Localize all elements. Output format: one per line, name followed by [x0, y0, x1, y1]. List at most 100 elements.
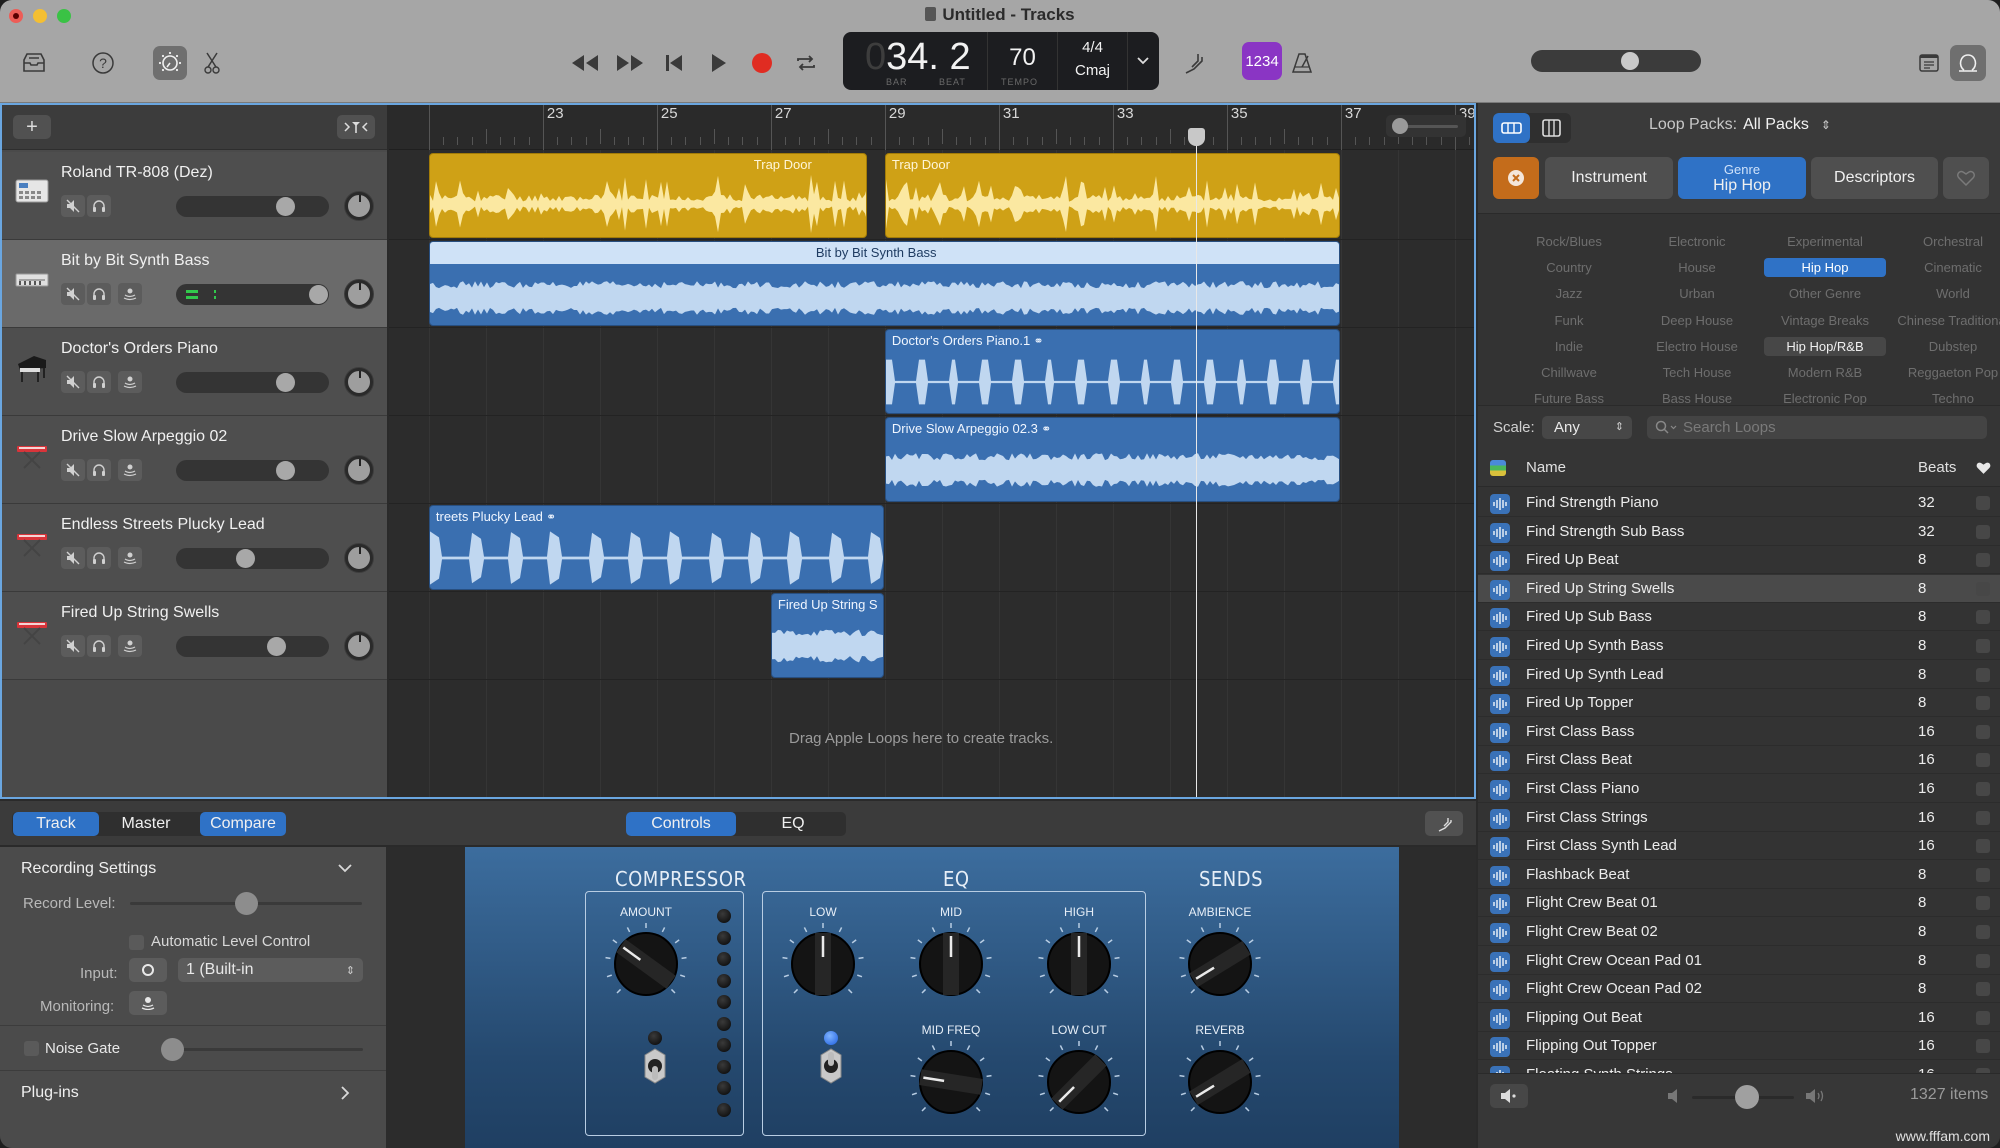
loop-list-item[interactable]: Fired Up Beat 8: [1478, 546, 2000, 575]
genre-keyword-button[interactable]: Deep House: [1636, 311, 1758, 330]
expand-plugins-button[interactable]: [340, 1085, 350, 1106]
fast-forward-button[interactable]: [613, 46, 647, 80]
reset-filters-button[interactable]: [1493, 157, 1539, 199]
favorite-checkbox[interactable]: [1976, 1010, 1990, 1025]
genre-keyword-button[interactable]: Indie: [1508, 337, 1630, 356]
favorite-checkbox[interactable]: [1976, 553, 1990, 568]
favorite-checkbox[interactable]: [1976, 982, 1990, 997]
favorite-checkbox[interactable]: [1976, 782, 1990, 796]
library-button[interactable]: [17, 46, 51, 80]
loop-list-item[interactable]: Flipping Out Beat 16: [1478, 1004, 2000, 1032]
instrument-filter-button[interactable]: Instrument: [1545, 157, 1673, 199]
favorite-checkbox[interactable]: [1976, 896, 1990, 911]
genre-keyword-button[interactable]: World: [1892, 284, 2000, 303]
editors-button[interactable]: [195, 46, 229, 80]
loop-list-item[interactable]: Floating Synth Strings 16: [1478, 1061, 2000, 1073]
genre-keyword-button[interactable]: Electro House: [1636, 337, 1758, 356]
loop-list-item[interactable]: First Class Beat 16: [1478, 746, 2000, 775]
playhead-handle[interactable]: [1187, 128, 1205, 146]
volume-knob[interactable]: [236, 549, 256, 568]
loop-list-item[interactable]: Flight Crew Beat 02 8: [1478, 918, 2000, 946]
loop-list-item[interactable]: Flashback Beat 8: [1478, 861, 2000, 889]
genre-keyword-button[interactable]: Hip Hop: [1764, 258, 1886, 278]
loop-list-item[interactable]: Fired Up Synth Bass 8: [1478, 632, 2000, 660]
favorite-checkbox[interactable]: [1976, 925, 1990, 939]
track-volume-slider[interactable]: [176, 460, 329, 481]
genre-keyword-button[interactable]: Experimental: [1764, 232, 1886, 251]
genre-keyword-button[interactable]: Modern R&B: [1764, 363, 1886, 382]
tab-controls[interactable]: Controls: [626, 812, 736, 836]
horizontal-zoom-slider[interactable]: [1386, 115, 1466, 137]
region[interactable]: Trap Door: [884, 153, 1340, 238]
favorite-checkbox[interactable]: [1976, 810, 1990, 825]
loop-list-item[interactable]: First Class Strings 16: [1478, 804, 2000, 832]
solo-button[interactable]: [87, 459, 111, 481]
genre-keyword-button[interactable]: Urban: [1636, 284, 1758, 303]
favorite-checkbox[interactable]: [1976, 696, 1990, 711]
track-volume-slider[interactable]: [176, 372, 329, 393]
lcd-mode-dropdown[interactable]: [1128, 32, 1158, 90]
knob-mid[interactable]: [901, 919, 1001, 1009]
add-track-button[interactable]: +: [13, 115, 51, 139]
knob-amount[interactable]: [596, 919, 696, 1009]
compressor-toggle-switch[interactable]: [641, 1047, 669, 1085]
loop-list-item[interactable]: First Class Synth Lead 16: [1478, 832, 2000, 861]
pan-knob[interactable]: [345, 456, 373, 484]
mute-button[interactable]: [61, 195, 85, 217]
input-monitoring-button[interactable]: [118, 547, 142, 569]
master-volume-slider[interactable]: [1531, 50, 1701, 72]
input-monitoring-button[interactable]: [118, 635, 142, 657]
loop-packs-selector[interactable]: Loop Packs: All Packs ⇕: [1649, 116, 1831, 134]
solo-button[interactable]: [87, 283, 111, 305]
play-button[interactable]: [702, 46, 736, 80]
region[interactable]: Bit by Bit Synth Bass: [428, 241, 1340, 326]
tab-track[interactable]: Track: [13, 812, 99, 836]
cycle-button[interactable]: [789, 46, 823, 80]
loop-list-item[interactable]: Flight Crew Beat 01 8: [1478, 889, 2000, 918]
knob-high[interactable]: [1029, 919, 1129, 1009]
loop-type-color-icon[interactable]: [1490, 460, 1506, 476]
genre-keyword-button[interactable]: Reggaeton Pop: [1892, 363, 2000, 382]
notepad-button[interactable]: [1912, 46, 1946, 80]
playhead-line[interactable]: [1195, 128, 1197, 797]
favorite-checkbox[interactable]: [1976, 953, 1990, 968]
region[interactable]: Fired Up String S: [770, 593, 884, 678]
pan-knob[interactable]: [345, 632, 373, 660]
record-level-knob[interactable]: [234, 892, 258, 915]
preview-volume-slider[interactable]: [1692, 1085, 1794, 1109]
loop-list-item[interactable]: Flight Crew Ocean Pad 01 8: [1478, 947, 2000, 975]
collapse-recording-settings-button[interactable]: [337, 861, 353, 879]
monitoring-button[interactable]: [129, 991, 167, 1015]
playhead-position[interactable]: 034. 2 BAR BEAT: [843, 32, 988, 90]
favorite-checkbox[interactable]: [1976, 610, 1990, 625]
solo-button[interactable]: [87, 195, 111, 217]
master-volume-knob[interactable]: [1621, 52, 1640, 70]
region[interactable]: Drive Slow Arpeggio 02.3 ⚭: [884, 417, 1340, 502]
genre-keyword-button[interactable]: Dubstep: [1892, 337, 2000, 356]
pan-knob[interactable]: [345, 368, 373, 396]
knob-ambience[interactable]: [1170, 919, 1270, 1009]
track-volume-slider[interactable]: [176, 284, 329, 305]
knob-low-cut[interactable]: [1029, 1037, 1129, 1127]
eq-toggle-switch[interactable]: [817, 1047, 845, 1085]
loop-list-item[interactable]: Fired Up Sub Bass 8: [1478, 603, 2000, 632]
genre-keyword-button[interactable]: House: [1636, 258, 1758, 277]
mute-button[interactable]: [61, 283, 85, 305]
tuner-button[interactable]: [1176, 46, 1210, 80]
genre-keyword-button[interactable]: Country: [1508, 258, 1630, 277]
loop-list-item[interactable]: Find Strength Sub Bass 32: [1478, 518, 2000, 546]
track-volume-slider[interactable]: [176, 636, 329, 657]
favorites-filter-button[interactable]: [1943, 157, 1989, 199]
track-header[interactable]: Roland TR-808 (Dez): [2, 152, 387, 240]
genre-keyword-button[interactable]: Chillwave: [1508, 363, 1630, 382]
favorite-checkbox[interactable]: [1976, 839, 1990, 854]
volume-knob[interactable]: [266, 637, 286, 656]
search-loops-input[interactable]: Search Loops: [1647, 416, 1987, 439]
tuner-edit-button[interactable]: [1425, 811, 1463, 836]
tab-master[interactable]: Master: [103, 812, 189, 836]
solo-button[interactable]: [87, 371, 111, 393]
solo-button[interactable]: [87, 547, 111, 569]
record-button[interactable]: [745, 46, 779, 80]
volume-knob[interactable]: [276, 197, 295, 216]
input-source-select[interactable]: 1 (Built-in ⇕: [178, 958, 363, 982]
